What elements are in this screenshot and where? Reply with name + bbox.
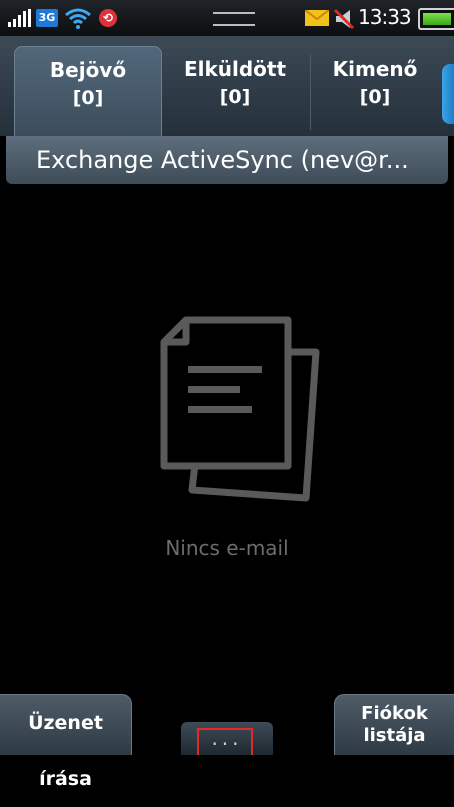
- tab-outbox-count: [0]: [359, 86, 391, 108]
- battery-icon: [418, 8, 454, 30]
- more-dots-icon: ...: [211, 726, 243, 750]
- accounts-label-line2: listája: [363, 725, 426, 746]
- accounts-list-button[interactable]: Fiókok listája: [334, 694, 454, 755]
- tab-divider: [310, 54, 311, 130]
- signal-icon: [8, 9, 31, 27]
- status-clock: 13:33: [358, 5, 412, 29]
- tab-outbox[interactable]: Kimenő [0]: [312, 46, 438, 136]
- wifi-icon: [65, 8, 91, 29]
- tab-sent-label: Elküldött: [183, 57, 287, 81]
- tab-inbox-label: Bejövő: [49, 58, 127, 82]
- account-title: Exchange ActiveSync (nev@r...: [36, 146, 409, 174]
- mute-icon: [333, 8, 355, 30]
- mailbox-tabs: Bejövő [0] Elküldött [0] Kimenő [0]: [0, 36, 454, 137]
- tab-inbox-count: [0]: [72, 87, 104, 109]
- tab-inbox[interactable]: Bejövő [0]: [14, 46, 162, 137]
- tab-sent-count: [0]: [219, 86, 251, 108]
- empty-message: Nincs e-mail: [165, 536, 289, 560]
- more-button[interactable]: ...: [181, 722, 273, 755]
- account-header[interactable]: Exchange ActiveSync (nev@r...: [6, 136, 448, 184]
- mail-icon: [305, 10, 329, 26]
- notification-handle[interactable]: [213, 12, 255, 26]
- status-bar: 3G ⟲ 13:33: [0, 0, 454, 36]
- compose-button[interactable]: Üzenet írása: [0, 694, 132, 790]
- battery-level: [423, 13, 451, 25]
- 3g-icon: 3G: [36, 9, 58, 27]
- sync-icon: ⟲: [99, 9, 117, 27]
- tab-outbox-label: Kimenő: [332, 57, 418, 81]
- tab-sent[interactable]: Elküldött [0]: [162, 46, 308, 136]
- documents-icon: [160, 316, 320, 502]
- accounts-label-line1: Fiókok: [361, 703, 428, 724]
- scroll-edge-indicator: [442, 64, 454, 124]
